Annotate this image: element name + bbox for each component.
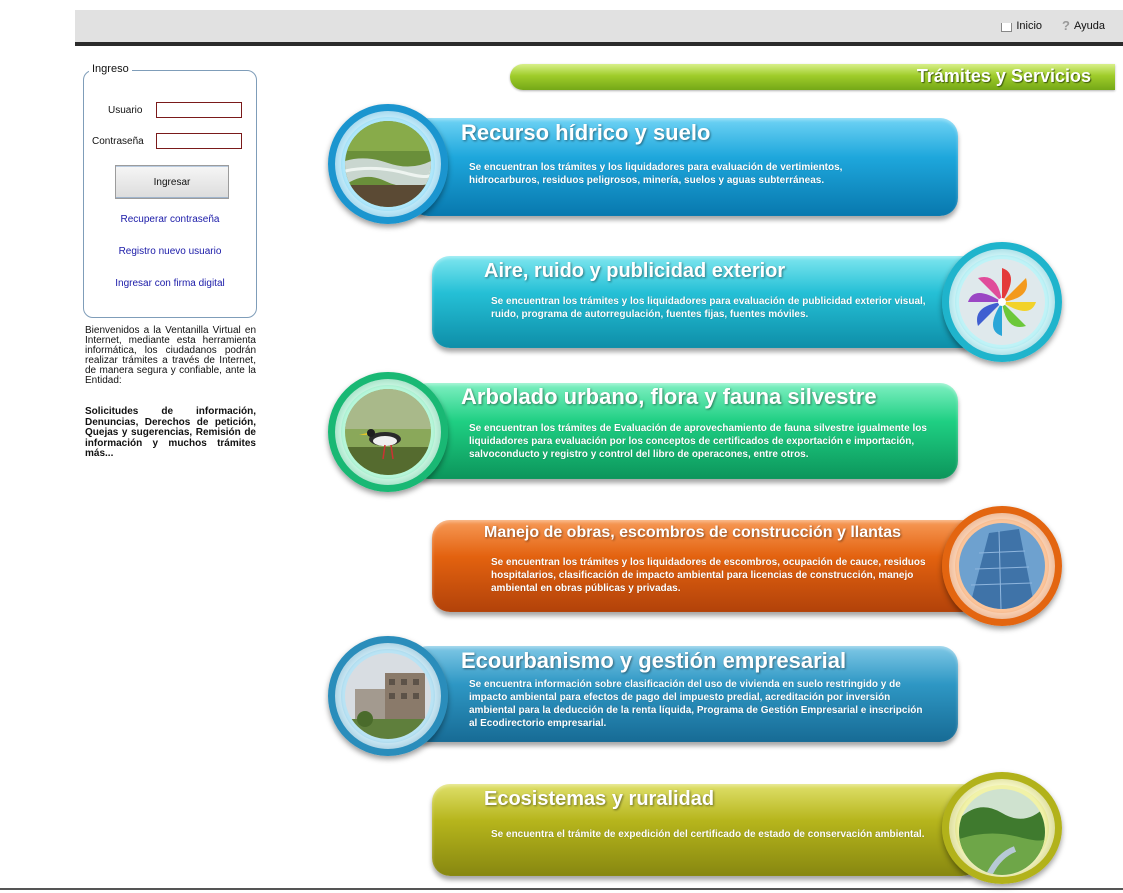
card-description: Se encuentran los trámites y los liquida…	[491, 296, 926, 320]
username-input[interactable]	[156, 102, 242, 118]
top-bar-divider	[75, 42, 1123, 46]
card-photo-frame	[328, 636, 448, 756]
card-photo-frame	[942, 242, 1062, 362]
home-icon	[1001, 23, 1013, 32]
welcome-text: Bienvenidos a la Ventanilla Virtual en I…	[85, 325, 256, 386]
city-photo-icon	[345, 653, 431, 739]
card-description: Se encuentran los trámites y los liquida…	[469, 162, 843, 186]
service-card-ecourbanismo[interactable]: Ecourbanismo y gestión empresarial Se en…	[326, 632, 960, 760]
help-link[interactable]: ? Ayuda	[1062, 19, 1105, 32]
card-description: Se encuentra información sobre clasifica…	[469, 679, 923, 729]
card-title: Aire, ruido y publicidad exterior	[484, 260, 786, 282]
home-link[interactable]: Inicio	[1001, 19, 1042, 32]
help-icon: ?	[1062, 18, 1070, 33]
card-photo-frame	[328, 372, 448, 492]
river-photo-icon	[345, 121, 431, 207]
card-description: Se encuentra el trámite de expedición de…	[491, 829, 925, 840]
forest-photo-icon	[959, 789, 1045, 875]
service-card-recurso-hidrico[interactable]: Recurso hídrico y suelo Se encuentran lo…	[326, 104, 960, 226]
card-description: Se encuentran los trámites de Evaluación…	[469, 423, 927, 460]
card-title: Manejo de obras, escombros de construcci…	[484, 524, 902, 541]
card-photo-frame	[942, 772, 1062, 884]
card-title: Recurso hídrico y suelo	[461, 120, 711, 145]
username-label: Usuario	[108, 105, 143, 116]
register-user-link[interactable]: Registro nuevo usuario	[84, 246, 256, 257]
login-button[interactable]: Ingresar	[115, 165, 229, 199]
card-title: Ecosistemas y ruralidad	[484, 788, 715, 810]
password-input[interactable]	[156, 133, 242, 149]
building-photo-icon	[959, 523, 1045, 609]
help-link-label: Ayuda	[1074, 19, 1105, 32]
bird-photo-icon	[345, 389, 431, 475]
service-card-manejo-obras[interactable]: Manejo de obras, escombros de construcci…	[432, 506, 1066, 630]
digital-signature-login-link[interactable]: Ingresar con firma digital	[84, 278, 256, 289]
page-bottom-border	[0, 888, 1123, 890]
service-card-ecosistemas[interactable]: Ecosistemas y ruralidad Se encuentra el …	[432, 772, 1066, 884]
welcome-bold-text: Solicitudes de información, Denuncias, D…	[85, 406, 256, 459]
top-nav: Inicio ? Ayuda	[1001, 19, 1105, 32]
card-description: Se encuentran los trámites y los liquida…	[491, 557, 926, 594]
login-box: Ingreso Usuario Contraseña Ingresar Recu…	[83, 63, 257, 318]
login-legend: Ingreso	[89, 63, 132, 75]
password-label: Contraseña	[92, 136, 144, 147]
card-photo-frame	[328, 104, 448, 224]
card-title: Arbolado urbano, flora y fauna silvestre	[461, 384, 877, 409]
service-card-arbolado[interactable]: Arbolado urbano, flora y fauna silvestre…	[326, 370, 960, 494]
recover-password-link[interactable]: Recuperar contraseña	[84, 214, 256, 225]
top-bar	[75, 10, 1123, 42]
section-title: Trámites y Servicios	[916, 66, 1091, 86]
service-card-aire-ruido[interactable]: Aire, ruido y publicidad exterior Se enc…	[432, 242, 1066, 364]
section-header: Trámites y Servicios	[510, 64, 1115, 90]
card-photo-frame	[942, 506, 1062, 626]
card-title: Ecourbanismo y gestión empresarial	[461, 648, 847, 673]
pinwheel-icon	[959, 259, 1045, 345]
home-link-label: Inicio	[1016, 19, 1043, 32]
